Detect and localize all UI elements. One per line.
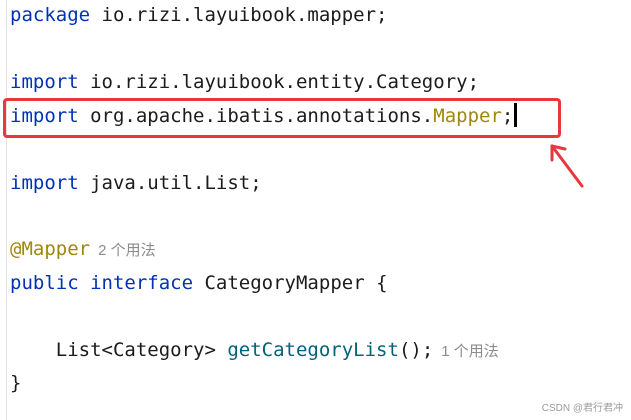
code-line-import-category[interactable]: import io.rizi.layuibook.entity.Category… [10,67,479,97]
interface-name: CategoryMapper { [193,272,388,294]
usage-hint[interactable]: 1 个用法 [441,343,499,360]
return-type: List<Category> [10,339,228,361]
method-parens: (); [398,339,434,361]
import-path: java.util.List; [78,172,262,194]
usage-hint[interactable]: 2 个用法 [98,242,156,259]
keyword-import: import [10,71,79,93]
package-name: io.rizi.layuibook.mapper; [90,4,388,26]
keyword-public: public [10,272,79,294]
import-path: io.rizi.layuibook.entity.Category; [78,71,480,93]
code-line-close-brace[interactable]: } [10,368,21,398]
mapper-annotation: @Mapper [10,238,91,260]
keyword-import: import [10,172,79,194]
code-line-package[interactable]: package io.rizi.layuibook.mapper; [10,0,388,30]
annotation-arrow-icon [550,144,584,188]
method-name: getCategoryList [227,339,399,361]
keyword-interface: interface [90,272,194,294]
code-line-method[interactable]: List<Category> getCategoryList(); 1 个用法 [10,335,499,365]
keyword-package: package [10,4,91,26]
close-brace: } [10,372,22,394]
gutter-divider [6,0,7,420]
code-line-import-list[interactable]: import java.util.List; [10,168,262,198]
highlight-box [3,98,561,138]
code-line-interface[interactable]: public interface CategoryMapper { [10,268,388,298]
code-editor[interactable]: package io.rizi.layuibook.mapper; import… [0,0,631,420]
code-line-annotation[interactable]: @Mapper 2 个用法 [10,234,156,264]
watermark: CSDN @君行君冲 [541,403,623,414]
